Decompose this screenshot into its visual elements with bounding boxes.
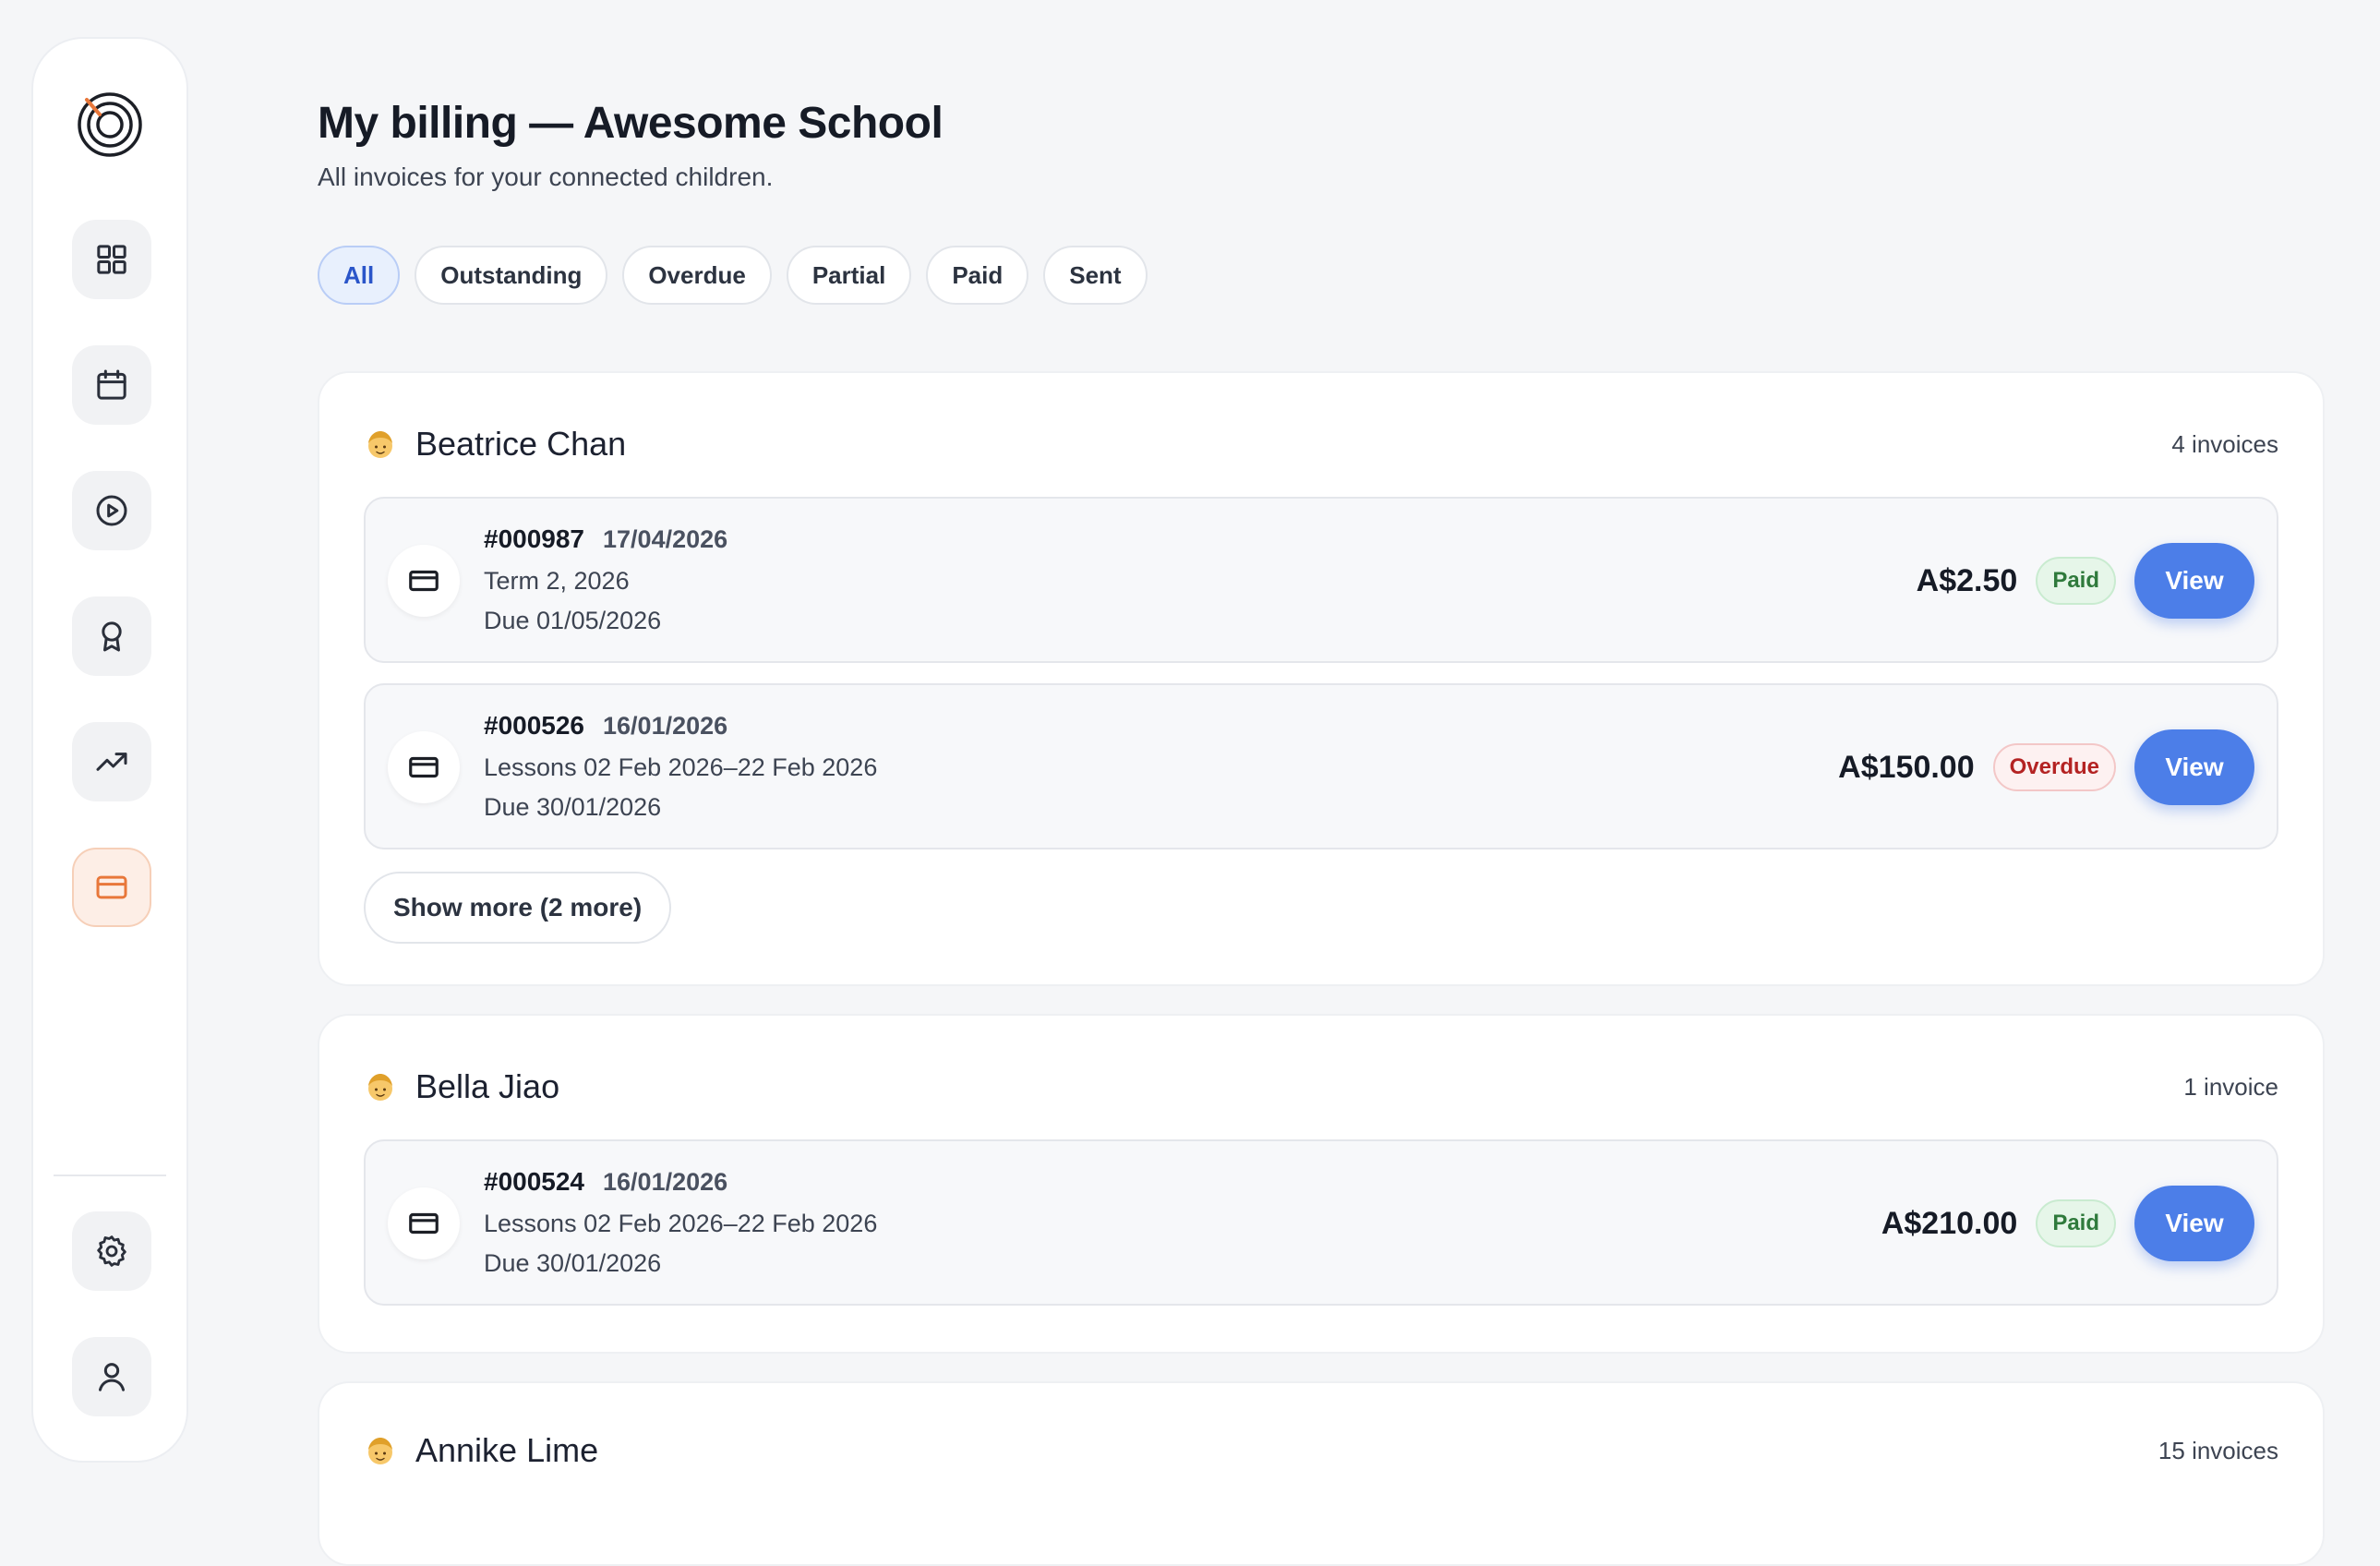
filter-all[interactable]: All xyxy=(318,246,401,305)
invoice-amount: A$210.00 xyxy=(1881,1205,2018,1241)
sidebar-item-lessons[interactable] xyxy=(72,471,151,550)
invoice-due-date: Due 01/05/2026 xyxy=(484,607,662,634)
invoice-card-icon xyxy=(388,545,460,617)
view-invoice-button[interactable]: View xyxy=(2134,543,2254,619)
invoice-count: 1 invoice xyxy=(2183,1072,2278,1101)
filter-outstanding[interactable]: Outstanding xyxy=(415,246,608,305)
sidebar-item-profile[interactable] xyxy=(72,1337,151,1416)
filter-partial[interactable]: Partial xyxy=(786,246,912,305)
page-title: My billing — Awesome School xyxy=(318,99,944,148)
invoice-description: Lessons 02 Feb 2026–22 Feb 2026 xyxy=(484,753,878,781)
child-card: Beatrice Chan 4 invoices #000987 17/04/2… xyxy=(318,371,2325,986)
child-avatar-icon xyxy=(368,431,392,458)
invoice-card-icon xyxy=(388,731,460,803)
status-badge: Overdue xyxy=(1992,743,2116,791)
invoice-number: #000987 xyxy=(484,524,585,553)
gear-icon xyxy=(97,1235,126,1267)
invoice-count: 4 invoices xyxy=(2171,429,2278,458)
filter-overdue[interactable]: Overdue xyxy=(622,246,772,305)
child-card: Annike Lime 15 invoices xyxy=(318,1381,2325,1566)
invoice-date: 16/01/2026 xyxy=(603,1168,728,1196)
invoice-date: 16/01/2026 xyxy=(603,712,728,740)
invoice-count: 15 invoices xyxy=(2158,1436,2278,1464)
child-header: Bella Jiao 1 invoice xyxy=(364,1067,2278,1106)
credit-card-icon xyxy=(409,756,439,778)
invoice-number: #000524 xyxy=(484,1167,585,1196)
invoice-due-date: Due 30/01/2026 xyxy=(484,793,662,821)
invoice-details: #000526 16/01/2026 Lessons 02 Feb 2026–2… xyxy=(484,711,877,827)
invoice-date: 17/04/2026 xyxy=(603,525,728,553)
filter-bar: All Outstanding Overdue Partial Paid Sen… xyxy=(318,246,1148,305)
credit-card-icon xyxy=(409,570,439,592)
invoice-row: #000526 16/01/2026 Lessons 02 Feb 2026–2… xyxy=(364,683,2278,849)
sidebar-item-calendar[interactable] xyxy=(72,345,151,425)
child-name: Bella Jiao xyxy=(415,1067,560,1105)
child-name: Beatrice Chan xyxy=(415,425,627,463)
calendar-icon xyxy=(97,369,126,400)
status-badge: Paid xyxy=(2036,557,2116,605)
child-avatar-icon xyxy=(368,1438,392,1464)
filter-sent[interactable]: Sent xyxy=(1043,246,1148,305)
invoice-details: #000987 17/04/2026 Term 2, 2026 Due 01/0… xyxy=(484,524,727,641)
child-card: Bella Jiao 1 invoice #000524 16/01/2026 … xyxy=(318,1014,2325,1354)
play-circle-icon xyxy=(96,495,127,526)
child-header: Beatrice Chan 4 invoices xyxy=(364,425,2278,464)
sidebar-item-dashboard[interactable] xyxy=(72,220,151,299)
view-invoice-button[interactable]: View xyxy=(2134,1186,2254,1261)
child-name: Annike Lime xyxy=(415,1431,599,1469)
credit-card-icon xyxy=(96,875,127,899)
sidebar-divider xyxy=(54,1174,166,1176)
award-icon xyxy=(102,621,122,652)
invoice-amount: A$150.00 xyxy=(1838,749,1975,785)
invoice-row: #000987 17/04/2026 Term 2, 2026 Due 01/0… xyxy=(364,497,2278,663)
trending-up-icon xyxy=(96,753,127,771)
grid-icon xyxy=(97,245,126,274)
invoice-row: #000524 16/01/2026 Lessons 02 Feb 2026–2… xyxy=(364,1139,2278,1306)
sidebar-item-achievements[interactable] xyxy=(72,596,151,676)
invoice-due-date: Due 30/01/2026 xyxy=(484,1249,662,1277)
invoice-number: #000526 xyxy=(484,711,585,740)
invoice-description: Term 2, 2026 xyxy=(484,567,630,595)
credit-card-icon xyxy=(409,1212,439,1235)
show-more-button[interactable]: Show more (2 more) xyxy=(364,872,672,944)
filter-paid[interactable]: Paid xyxy=(926,246,1029,305)
sidebar-item-progress[interactable] xyxy=(72,722,151,801)
invoice-card-icon xyxy=(388,1187,460,1259)
user-icon xyxy=(99,1363,125,1391)
invoice-description: Lessons 02 Feb 2026–22 Feb 2026 xyxy=(484,1210,878,1237)
child-header: Annike Lime 15 invoices xyxy=(364,1431,2278,1470)
sidebar xyxy=(31,37,188,1463)
sidebar-item-settings[interactable] xyxy=(72,1211,151,1291)
page-subtitle: All invoices for your connected children… xyxy=(318,163,774,191)
view-invoice-button[interactable]: View xyxy=(2134,729,2254,805)
invoice-amount: A$2.50 xyxy=(1916,562,2018,598)
status-badge: Paid xyxy=(2036,1199,2116,1247)
invoice-details: #000524 16/01/2026 Lessons 02 Feb 2026–2… xyxy=(484,1167,877,1283)
logo-icon[interactable] xyxy=(76,90,144,159)
child-avatar-icon xyxy=(368,1074,392,1101)
sidebar-item-billing[interactable] xyxy=(72,848,151,927)
